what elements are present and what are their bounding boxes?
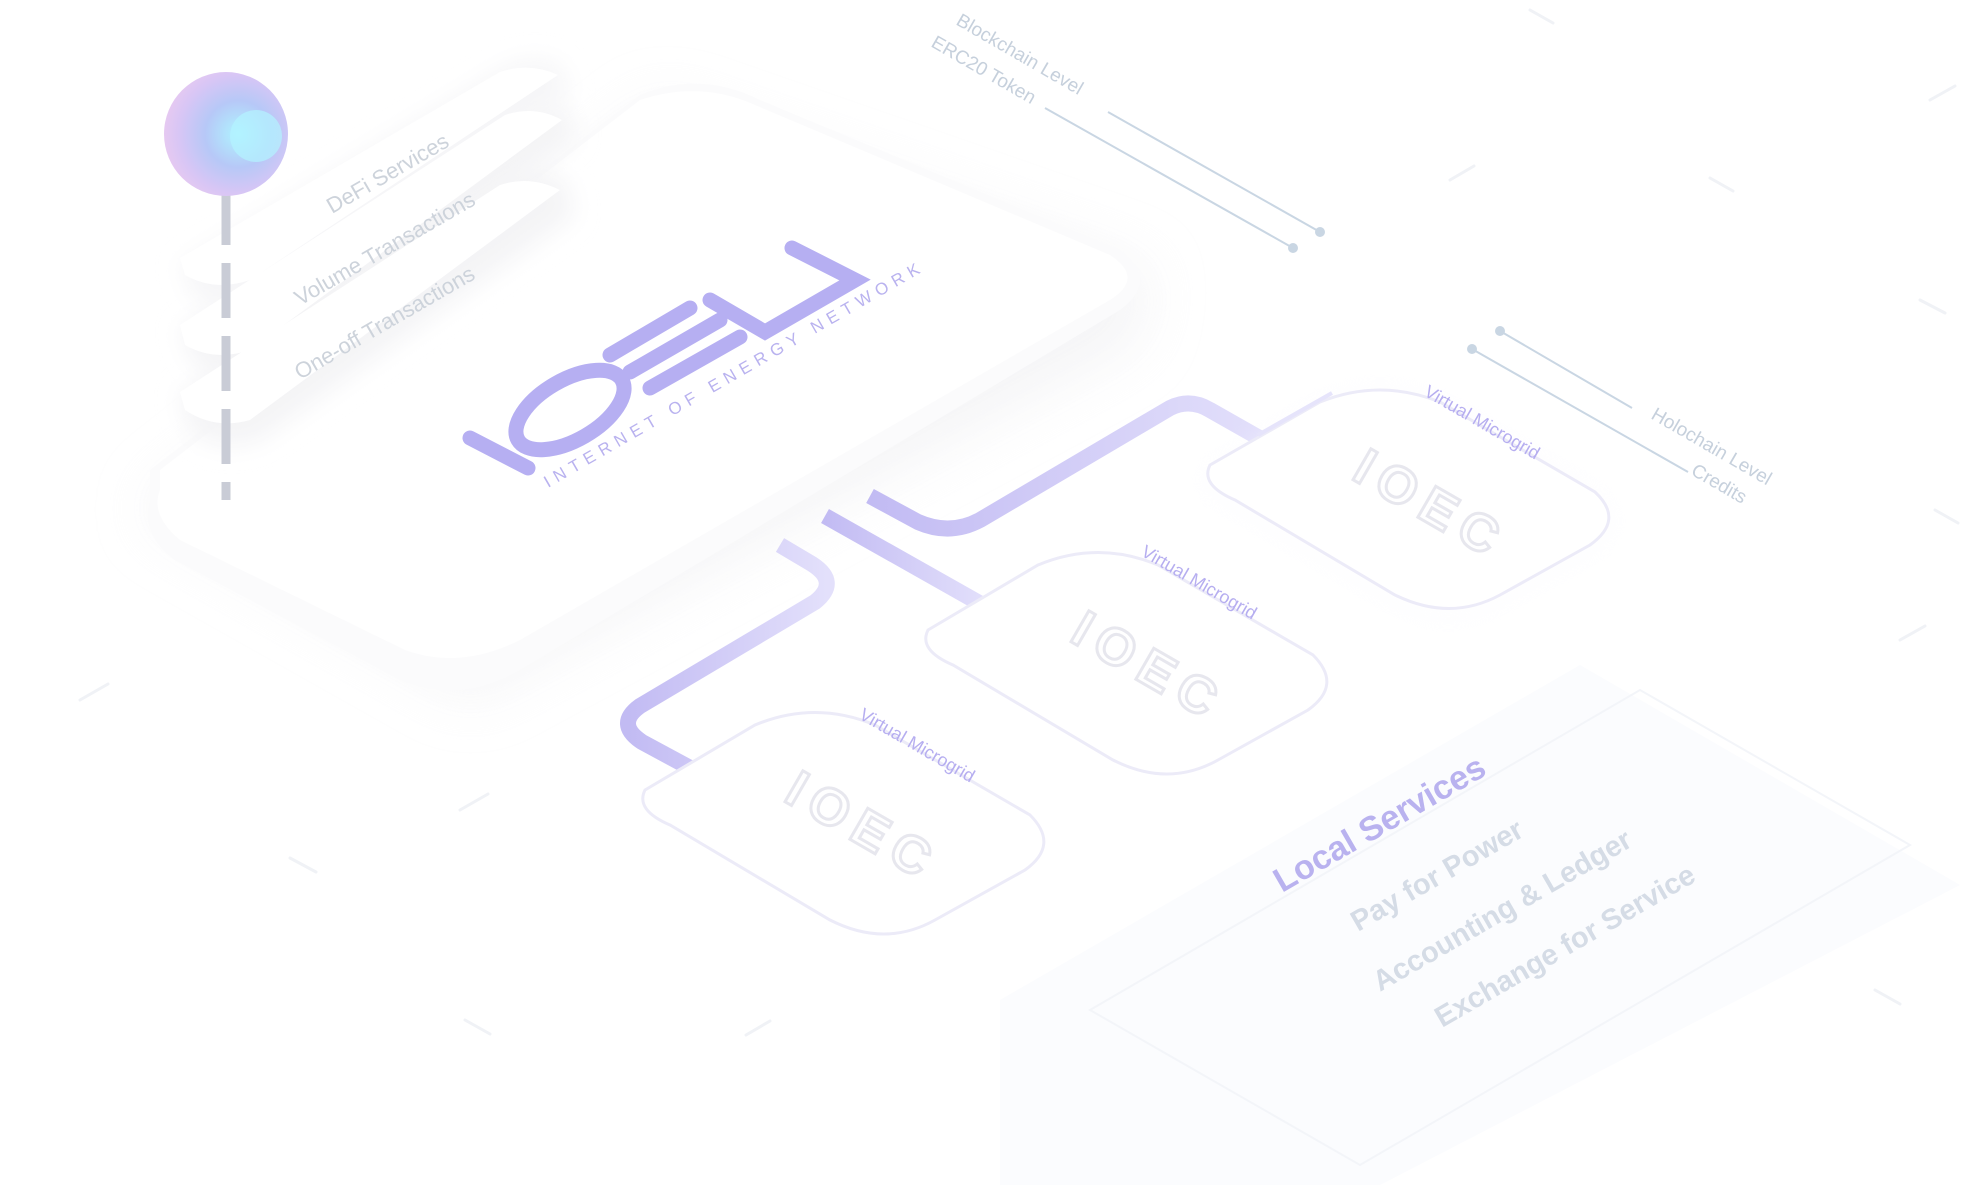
microgrid-card: IOEC Virtual Microgrid: [1206, 381, 1611, 616]
ioen-architecture-diagram: DeFi Services Volume Transactions One-of…: [78, 8, 1960, 1185]
microgrid-card: IOEC Virtual Microgrid: [924, 541, 1329, 776]
microgrid-card: IOEC Virtual Microgrid: [641, 704, 1046, 936]
